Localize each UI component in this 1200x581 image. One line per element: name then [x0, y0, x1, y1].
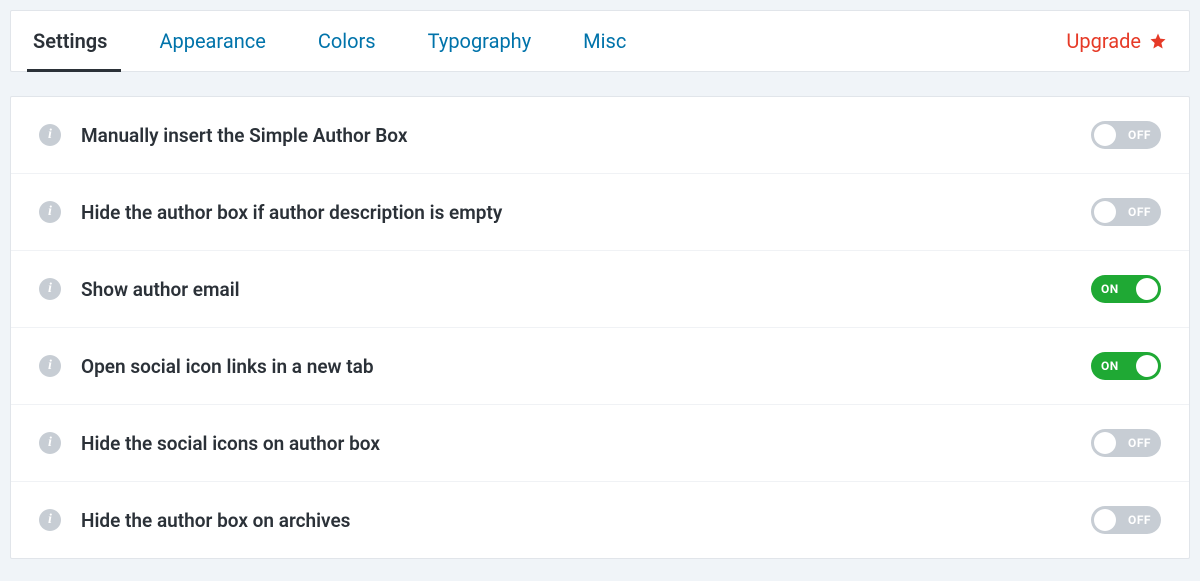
info-icon[interactable]: i	[39, 355, 61, 377]
toggle-knob	[1136, 278, 1158, 300]
info-icon[interactable]: i	[39, 201, 61, 223]
info-icon[interactable]: i	[39, 278, 61, 300]
toggle-state-label: ON	[1101, 359, 1119, 373]
toggle-switch[interactable]: OFF	[1091, 198, 1161, 226]
setting-row: i Hide the author box if author descript…	[11, 174, 1189, 251]
setting-label: Hide the social icons on author box	[81, 432, 1091, 455]
setting-row: i Open social icon links in a new tab ON	[11, 328, 1189, 405]
settings-panel: i Manually insert the Simple Author Box …	[10, 96, 1190, 559]
tabs-list: Settings Appearance Colors Typography Mi…	[11, 11, 652, 71]
setting-row: i Hide the social icons on author box OF…	[11, 405, 1189, 482]
setting-row: i Hide the author box on archives OFF	[11, 482, 1189, 558]
tab-misc[interactable]: Misc	[557, 11, 652, 71]
info-icon[interactable]: i	[39, 432, 61, 454]
toggle-state-label: OFF	[1128, 205, 1151, 219]
tabs-bar: Settings Appearance Colors Typography Mi…	[10, 10, 1190, 72]
toggle-knob	[1094, 432, 1116, 454]
info-icon[interactable]: i	[39, 124, 61, 146]
setting-row: i Manually insert the Simple Author Box …	[11, 97, 1189, 174]
toggle-state-label: ON	[1101, 282, 1119, 296]
toggle-state-label: OFF	[1128, 513, 1151, 527]
toggle-switch[interactable]: OFF	[1091, 121, 1161, 149]
toggle-switch[interactable]: OFF	[1091, 506, 1161, 534]
tab-colors[interactable]: Colors	[292, 11, 402, 71]
toggle-knob	[1094, 124, 1116, 146]
upgrade-label: Upgrade	[1066, 29, 1141, 53]
toggle-switch[interactable]: ON	[1091, 352, 1161, 380]
toggle-knob	[1094, 509, 1116, 531]
setting-label: Manually insert the Simple Author Box	[81, 124, 1091, 147]
setting-label: Hide the author box on archives	[81, 509, 1091, 532]
info-icon[interactable]: i	[39, 509, 61, 531]
toggle-state-label: OFF	[1128, 128, 1151, 142]
setting-label: Show author email	[81, 278, 1091, 301]
setting-label: Hide the author box if author descriptio…	[81, 201, 1091, 224]
upgrade-link[interactable]: Upgrade	[1066, 29, 1167, 53]
toggle-knob	[1136, 355, 1158, 377]
toggle-switch[interactable]: OFF	[1091, 429, 1161, 457]
tab-typography[interactable]: Typography	[402, 11, 558, 71]
star-icon	[1149, 32, 1167, 50]
setting-label: Open social icon links in a new tab	[81, 355, 1091, 378]
toggle-knob	[1094, 201, 1116, 223]
tab-appearance[interactable]: Appearance	[133, 11, 291, 71]
setting-row: i Show author email ON	[11, 251, 1189, 328]
toggle-state-label: OFF	[1128, 436, 1151, 450]
toggle-switch[interactable]: ON	[1091, 275, 1161, 303]
tab-settings[interactable]: Settings	[11, 11, 133, 71]
